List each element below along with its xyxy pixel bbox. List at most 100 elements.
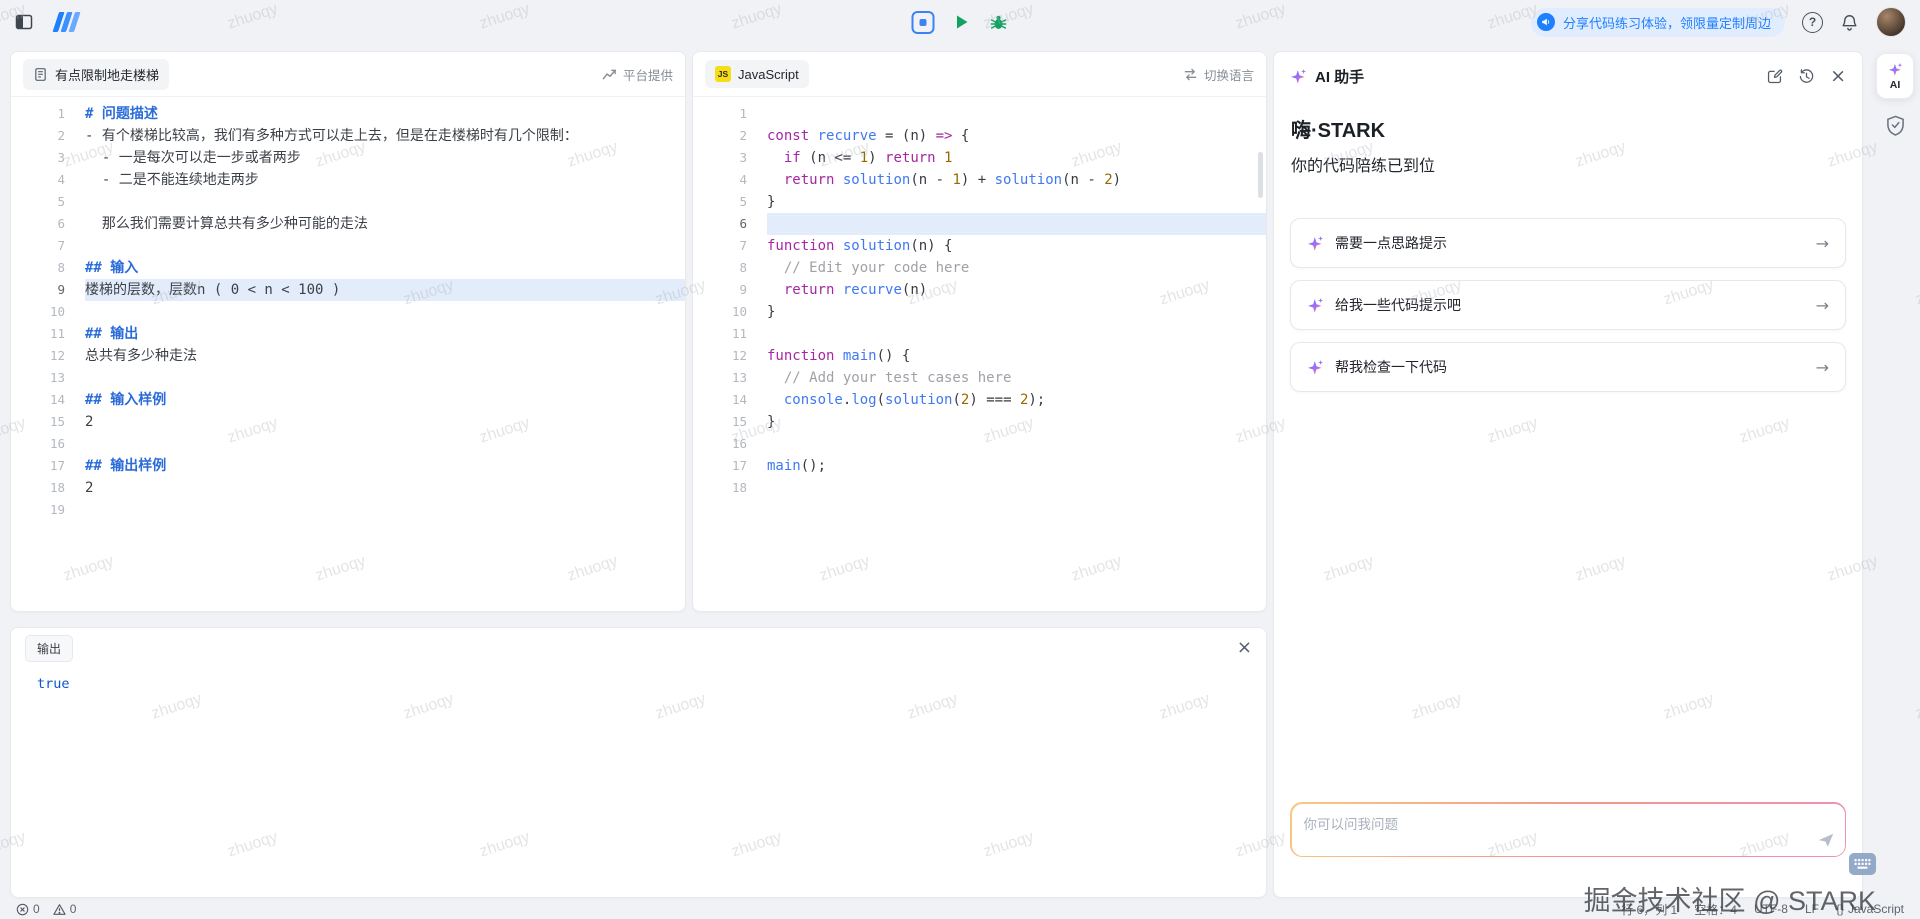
right-rail: AI bbox=[1874, 53, 1916, 136]
scrollbar-thumb[interactable] bbox=[1258, 152, 1263, 198]
code-line[interactable]: 9 return recurve(n) bbox=[693, 279, 1266, 301]
debug-icon[interactable] bbox=[989, 12, 1009, 32]
new-chat-icon[interactable] bbox=[1766, 68, 1783, 85]
code-line[interactable]: 16 bbox=[693, 433, 1266, 455]
line-number: 4 bbox=[693, 169, 767, 191]
help-icon[interactable]: ? bbox=[1802, 12, 1823, 33]
shield-icon[interactable] bbox=[1886, 115, 1905, 136]
code-line[interactable]: 14 console.log(solution(2) === 2); bbox=[693, 389, 1266, 411]
record-icon[interactable] bbox=[912, 11, 935, 34]
watermark: zhuoqy bbox=[1913, 690, 1920, 723]
keyboard-icon[interactable] bbox=[1849, 853, 1876, 875]
problem-content[interactable]: 1# 问题描述2- 有个楼梯比较高，我们有多种方式可以走上去，但是在走楼梯时有几… bbox=[11, 97, 685, 521]
problem-title: 有点限制地走楼梯 bbox=[55, 65, 159, 84]
code-line[interactable]: 2const recurve = (n) => { bbox=[693, 125, 1266, 147]
ai-rail-button[interactable]: AI bbox=[1876, 53, 1914, 99]
document-icon bbox=[33, 67, 48, 82]
code-line[interactable]: 17## 输出样例 bbox=[11, 455, 685, 477]
switch-language-button[interactable]: 切换语言 bbox=[1183, 65, 1254, 84]
encoding[interactable]: UTF-8 bbox=[1754, 902, 1788, 916]
code-line[interactable]: 10 bbox=[11, 301, 685, 323]
avatar[interactable] bbox=[1876, 7, 1906, 37]
line-number: 4 bbox=[11, 169, 85, 191]
output-tab[interactable]: 输出 bbox=[25, 635, 73, 662]
line-number: 11 bbox=[693, 323, 767, 345]
send-icon[interactable] bbox=[1817, 831, 1835, 849]
line-number: 18 bbox=[693, 477, 767, 499]
ai-chat-input[interactable] bbox=[1292, 804, 1845, 856]
code-line[interactable]: 11 bbox=[693, 323, 1266, 345]
line-content bbox=[767, 477, 1266, 499]
code-line[interactable]: 5} bbox=[693, 191, 1266, 213]
close-icon[interactable]: × bbox=[1237, 639, 1252, 657]
code-line[interactable]: 13 // Add your test cases here bbox=[693, 367, 1266, 389]
eol[interactable]: LF bbox=[1805, 902, 1819, 916]
code-line[interactable]: 6 那么我们需要计算总共有多少种可能的走法 bbox=[11, 213, 685, 235]
line-number: 19 bbox=[11, 499, 85, 521]
code-line[interactable]: 12function main() { bbox=[693, 345, 1266, 367]
line-number: 13 bbox=[11, 367, 85, 389]
code-line[interactable]: 15} bbox=[693, 411, 1266, 433]
problem-tab[interactable]: 有点限制地走楼梯 bbox=[23, 59, 169, 90]
line-number: 15 bbox=[11, 411, 85, 433]
run-icon[interactable] bbox=[953, 13, 971, 31]
platform-provided[interactable]: 平台提供 bbox=[602, 65, 673, 84]
code-line[interactable]: 5 bbox=[11, 191, 685, 213]
cursor-position[interactable]: 行 6，列 1 bbox=[1621, 901, 1677, 918]
bell-icon[interactable] bbox=[1840, 13, 1859, 32]
code-line[interactable]: 14## 输入样例 bbox=[11, 389, 685, 411]
share-banner[interactable]: 分享代码练习体验，领限量定制周边 bbox=[1531, 8, 1785, 37]
code-line[interactable]: 13 bbox=[11, 367, 685, 389]
code-line[interactable]: 19 bbox=[11, 499, 685, 521]
line-number: 15 bbox=[693, 411, 767, 433]
code-line[interactable]: 9楼梯的层数，层数n ( 0 < n < 100 ) bbox=[11, 279, 685, 301]
language-mode[interactable]: {} JavaScript bbox=[1836, 902, 1904, 916]
code-line[interactable]: 1# 问题描述 bbox=[11, 103, 685, 125]
code-line[interactable]: 7 bbox=[11, 235, 685, 257]
code-line[interactable]: 18 bbox=[693, 477, 1266, 499]
line-number: 18 bbox=[11, 477, 85, 499]
line-content: ## 输出 bbox=[85, 323, 685, 345]
code-line[interactable]: 16 bbox=[11, 433, 685, 455]
code-line[interactable]: 8## 输入 bbox=[11, 257, 685, 279]
line-content bbox=[767, 213, 1266, 235]
code-line[interactable]: 12总共有多少种走法 bbox=[11, 345, 685, 367]
sidebar-toggle-icon[interactable] bbox=[14, 12, 34, 32]
run-controls bbox=[912, 0, 1009, 44]
line-content: ## 输入 bbox=[85, 257, 685, 279]
problems-warnings[interactable]: 0 bbox=[53, 902, 77, 916]
tab-javascript[interactable]: JS JavaScript bbox=[705, 60, 809, 88]
problems-errors[interactable]: 0 bbox=[16, 902, 40, 916]
code-line[interactable]: 11## 输出 bbox=[11, 323, 685, 345]
line-content: console.log(solution(2) === 2); bbox=[767, 389, 1266, 411]
ai-rail-label: AI bbox=[1890, 79, 1901, 91]
editor-panel: JS JavaScript 切换语言 12const recurve = (n)… bbox=[692, 51, 1267, 612]
code-line[interactable]: 10} bbox=[693, 301, 1266, 323]
line-number: 8 bbox=[693, 257, 767, 279]
announcement-icon bbox=[1537, 13, 1555, 31]
arrow-right-icon: → bbox=[1816, 296, 1829, 315]
code-line[interactable]: 4 return solution(n - 1) + solution(n - … bbox=[693, 169, 1266, 191]
ai-suggestion-card[interactable]: 帮我检查一下代码→ bbox=[1290, 342, 1846, 392]
code-line[interactable]: 7function solution(n) { bbox=[693, 235, 1266, 257]
ai-suggestion-card[interactable]: 需要一点思路提示→ bbox=[1290, 218, 1846, 268]
code-line[interactable]: 152 bbox=[11, 411, 685, 433]
code-line[interactable]: 2- 有个楼梯比较高，我们有多种方式可以走上去，但是在走楼梯时有几个限制： bbox=[11, 125, 685, 147]
close-icon[interactable]: × bbox=[1830, 67, 1846, 86]
code-line[interactable]: 8 // Edit your code here bbox=[693, 257, 1266, 279]
editor-content[interactable]: 12const recurve = (n) => {3 if (n <= 1) … bbox=[693, 97, 1266, 499]
code-line[interactable]: 182 bbox=[11, 477, 685, 499]
code-line[interactable]: 3 - 一是每次可以走一步或者两步 bbox=[11, 147, 685, 169]
code-line[interactable]: 6 bbox=[693, 213, 1266, 235]
juejin-logo[interactable] bbox=[48, 9, 88, 35]
line-content: - 一是每次可以走一步或者两步 bbox=[85, 147, 685, 169]
code-line[interactable]: 17main(); bbox=[693, 455, 1266, 477]
line-content: 2 bbox=[85, 477, 685, 499]
code-line[interactable]: 1 bbox=[693, 103, 1266, 125]
indentation[interactable]: 空格：4 bbox=[1694, 901, 1737, 918]
sparkle-icon bbox=[1307, 359, 1324, 376]
code-line[interactable]: 3 if (n <= 1) return 1 bbox=[693, 147, 1266, 169]
history-icon[interactable] bbox=[1798, 68, 1815, 85]
code-line[interactable]: 4 - 二是不能连续地走两步 bbox=[11, 169, 685, 191]
ai-suggestion-card[interactable]: 给我一些代码提示吧→ bbox=[1290, 280, 1846, 330]
